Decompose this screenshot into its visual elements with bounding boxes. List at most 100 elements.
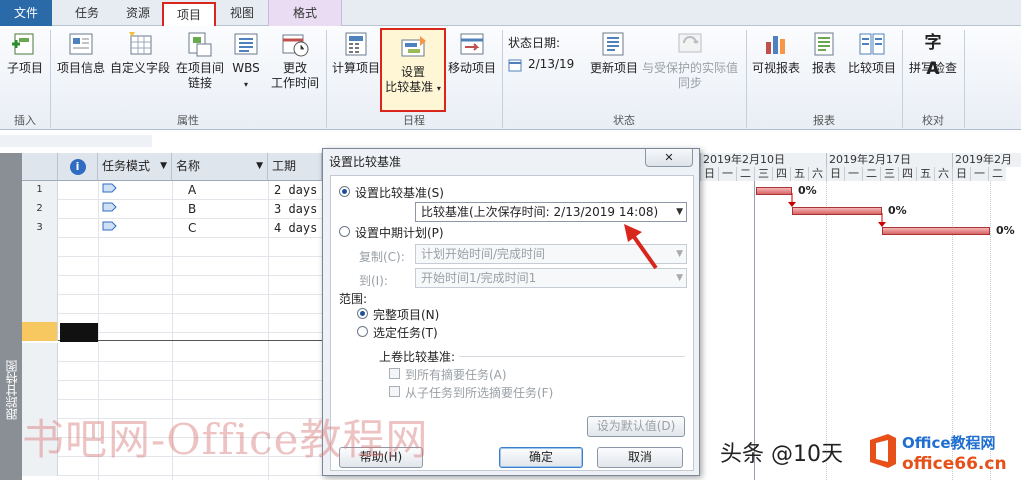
dialog-close-button[interactable]: ✕	[645, 149, 693, 167]
table-row[interactable]: 3 C 4 days	[22, 219, 322, 238]
compare-icon	[859, 33, 885, 55]
wbs-dropdown-arrow-icon: ▾	[243, 80, 248, 89]
selected-cell[interactable]	[60, 323, 98, 342]
task-c-percent: 0%	[996, 224, 1015, 237]
calendar-clock-icon	[282, 34, 309, 57]
dialog-title: 设置比较基准	[329, 155, 402, 169]
selected-tasks-label: 选定任务(T)	[373, 326, 438, 340]
task-name[interactable]: C	[188, 219, 196, 238]
row-number	[22, 276, 58, 295]
table-row[interactable]	[22, 238, 322, 257]
tab-format[interactable]: 格式	[268, 0, 342, 26]
task-bar-c[interactable]	[882, 227, 990, 235]
tab-project[interactable]: 项目	[162, 2, 216, 26]
subproject-button[interactable]: 子项目	[4, 30, 46, 76]
day-header: 二	[988, 167, 1006, 181]
tab-resource[interactable]: 资源	[116, 2, 160, 26]
view-bar[interactable]	[0, 153, 22, 480]
day-header: 五	[916, 167, 934, 181]
watermark-author: 头条 @10天	[720, 442, 843, 467]
spelling-check-button[interactable]: 字A 拼写检查	[906, 30, 960, 79]
active-row-number	[22, 322, 58, 341]
project-info-icon	[69, 33, 93, 55]
project-info-button[interactable]: 项目信息	[56, 30, 106, 76]
task-name[interactable]: B	[188, 200, 196, 219]
custom-fields-label: 自定义字段	[109, 61, 170, 75]
copy-select-value: 计划开始时间/完成时间	[421, 247, 546, 261]
selected-tasks-radio[interactable]	[357, 326, 368, 337]
rollup-all-checkbox[interactable]	[389, 368, 400, 379]
set-baseline-radio[interactable]	[339, 186, 350, 197]
move-project-button[interactable]: 移动项目	[446, 30, 498, 76]
compare-projects-button[interactable]: 比较项目	[844, 30, 900, 76]
table-row[interactable]	[22, 343, 322, 362]
visual-reports-button[interactable]: 可视报表	[750, 30, 802, 76]
baseline-select-value: 比较基准(上次保存时间: 2/13/2019 14:08)	[421, 205, 659, 219]
duration-header[interactable]: 工期	[268, 153, 322, 181]
task-duration[interactable]: 4 days	[274, 219, 317, 238]
custom-fields-button[interactable]: 自定义字段	[108, 30, 172, 76]
table-row[interactable]	[22, 362, 322, 381]
status-date-button[interactable]: 2/13/19	[508, 56, 578, 74]
report-icon	[814, 32, 834, 56]
select-all-corner[interactable]	[22, 153, 58, 181]
task-bar-a[interactable]	[756, 187, 792, 195]
entire-project-radio[interactable]	[357, 308, 368, 319]
day-header: 一	[718, 167, 736, 181]
table-row[interactable]	[22, 276, 322, 295]
wbs-button[interactable]: WBS ▾	[228, 30, 264, 92]
sync-label-1: 与受保护的实际值	[642, 61, 739, 75]
group-status-label: 状态	[613, 114, 635, 127]
update-project-button[interactable]: 更新项目	[588, 30, 640, 76]
task-duration[interactable]: 3 days	[274, 200, 317, 219]
week-header: 2019年2月24	[952, 153, 1021, 180]
divider	[964, 30, 965, 128]
ok-button[interactable]: 确定	[499, 447, 583, 468]
tab-view[interactable]: 视图	[222, 2, 262, 26]
info-column-header[interactable]: i	[58, 153, 98, 181]
set-default-button[interactable]: 设为默认值(D)	[587, 416, 685, 437]
dependency-arrow-icon	[788, 193, 796, 207]
rollup-sub-checkbox[interactable]	[389, 386, 400, 397]
set-baseline-button[interactable]: 设置 比较基准 ▾	[380, 28, 446, 112]
row-number	[22, 362, 58, 381]
baseline-select[interactable]: 比较基准(上次保存时间: 2/13/2019 14:08) ▼	[415, 202, 687, 222]
table-row[interactable]	[22, 295, 322, 314]
day-header: 三	[880, 167, 898, 181]
row-number: 3	[22, 219, 58, 238]
tab-file[interactable]: 文件	[0, 0, 52, 26]
rollup-all-label: 到所有摘要任务(A)	[405, 368, 507, 382]
set-interim-plan-radio[interactable]	[339, 226, 350, 237]
table-row[interactable]	[22, 257, 322, 276]
task-mode-header[interactable]: 任务模式 ▼	[98, 153, 172, 181]
cancel-button[interactable]: 取消	[597, 447, 683, 468]
change-working-time-button[interactable]: 更改 工作时间	[266, 30, 324, 91]
entry-field[interactable]	[0, 135, 152, 147]
links-label-2: 链接	[187, 76, 212, 90]
row-number	[22, 343, 58, 362]
reports-button[interactable]: 报表	[806, 30, 842, 76]
name-header[interactable]: 名称 ▼	[172, 153, 268, 181]
to-label: 到(I):	[359, 274, 388, 288]
task-duration[interactable]: 2 days	[274, 181, 317, 200]
active-row[interactable]	[22, 322, 322, 342]
set-baseline-label-1: 设置	[400, 65, 425, 79]
dependency-arrow-icon	[878, 213, 886, 227]
table-row[interactable]	[22, 381, 322, 400]
set-baseline-icon	[401, 36, 426, 57]
group-proofing-label: 校对	[922, 114, 944, 127]
tab-task[interactable]: 任务	[66, 2, 108, 26]
links-label-1: 在项目间	[175, 61, 224, 75]
ribbon: 子项目 插入 项目信息 自定义字段 在项目间 链接 WBS ▾ 更改 工作时间 …	[0, 26, 1021, 130]
table-row[interactable]: 1 A 2 days	[22, 181, 322, 200]
chevron-down-icon: ▼	[676, 207, 683, 217]
task-bar-b[interactable]	[792, 207, 882, 215]
calculate-project-button[interactable]: 计算项目	[330, 30, 382, 76]
ribbon-tab-bar: 文件 任务 资源 项目 视图 格式	[0, 0, 1021, 26]
duration-header-label: 工期	[272, 159, 297, 173]
task-name[interactable]: A	[188, 181, 196, 200]
rollup-divider	[459, 356, 685, 357]
links-between-projects-button[interactable]: 在项目间 链接	[174, 30, 226, 91]
sync-actuals-button[interactable]: 与受保护的实际值 同步	[642, 30, 738, 91]
table-row[interactable]: 2 B 3 days	[22, 200, 322, 219]
